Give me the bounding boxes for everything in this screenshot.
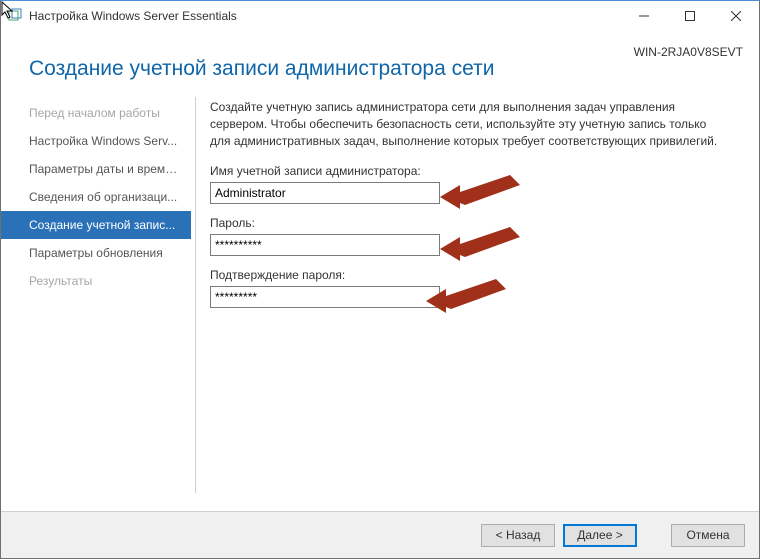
- admin-name-input[interactable]: [210, 182, 440, 204]
- confirm-password-input[interactable]: [210, 286, 440, 308]
- password-input[interactable]: [210, 234, 440, 256]
- confirm-password-label: Подтверждение пароля:: [210, 268, 735, 282]
- sidebar-item-update-settings[interactable]: Параметры обновления: [1, 239, 191, 267]
- sidebar-item-results[interactable]: Результаты: [1, 267, 191, 295]
- back-button[interactable]: < Назад: [481, 524, 555, 547]
- hostname-label: WIN-2RJA0V8SEVT: [634, 45, 743, 59]
- description-text: Создайте учетную запись администратора с…: [210, 99, 730, 150]
- maximize-button[interactable]: [667, 1, 713, 31]
- sidebar-item-date-time[interactable]: Параметры даты и време...: [1, 155, 191, 183]
- sidebar-item-org-info[interactable]: Сведения об организаци...: [1, 183, 191, 211]
- minimize-button[interactable]: [621, 1, 667, 31]
- page-heading: Создание учетной записи администратора с…: [1, 31, 759, 87]
- sidebar-item-before-start[interactable]: Перед началом работы: [1, 99, 191, 127]
- app-icon: [7, 8, 23, 24]
- admin-name-label: Имя учетной записи администратора:: [210, 164, 735, 178]
- next-button[interactable]: Далее >: [563, 524, 637, 547]
- wizard-footer: < Назад Далее > Отмена: [1, 511, 759, 558]
- window-title: Настройка Windows Server Essentials: [29, 9, 237, 23]
- close-button[interactable]: [713, 1, 759, 31]
- vertical-separator: [195, 97, 196, 493]
- cancel-button[interactable]: Отмена: [671, 524, 745, 547]
- titlebar: Настройка Windows Server Essentials: [1, 1, 759, 31]
- wizard-steps-sidebar: Перед началом работы Настройка Windows S…: [1, 93, 191, 505]
- content-area: Создайте учетную запись администратора с…: [200, 93, 745, 505]
- sidebar-item-configure-wse[interactable]: Настройка Windows Serv...: [1, 127, 191, 155]
- password-label: Пароль:: [210, 216, 735, 230]
- sidebar-item-create-account[interactable]: Создание учетной запис...: [1, 211, 191, 239]
